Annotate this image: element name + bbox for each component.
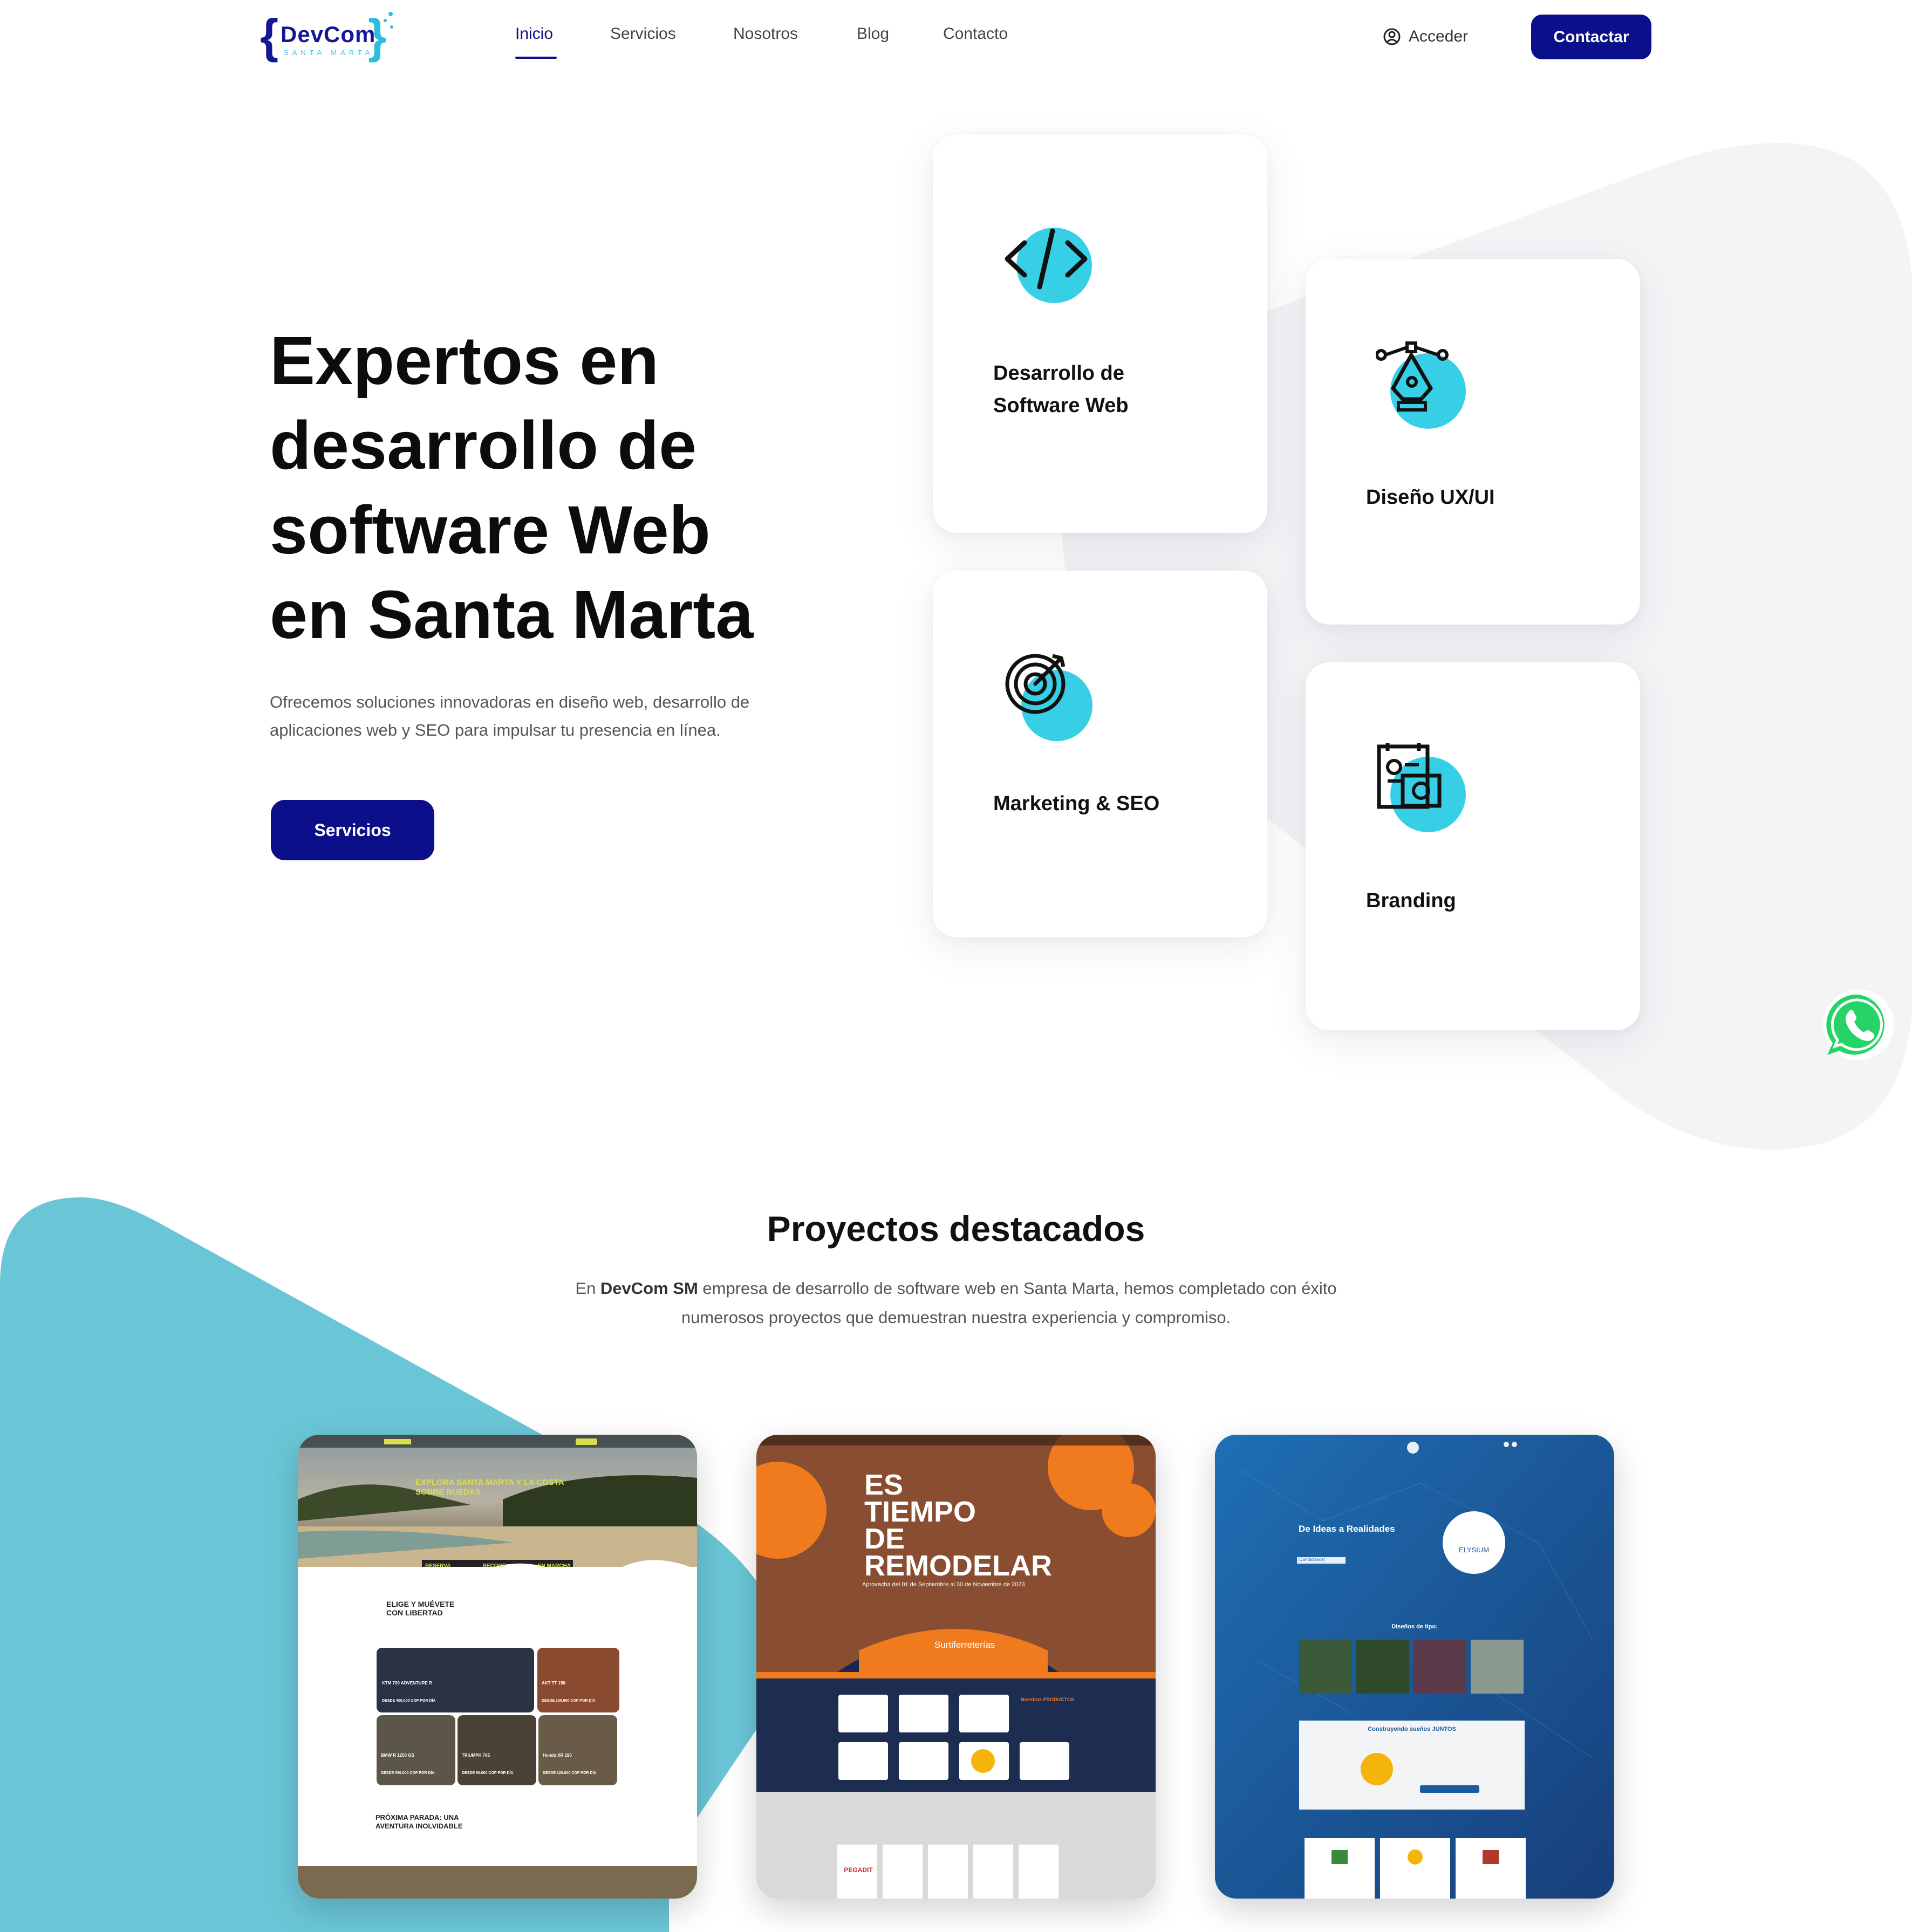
project-design-label: Diseños de tipo:	[1391, 1623, 1438, 1630]
service-title: Branding	[1366, 889, 1456, 912]
hero-title-line: en Santa Marta	[270, 577, 754, 653]
service-card-marketing[interactable]: Marketing & SEO	[933, 571, 1267, 937]
product-name: Honda XR 190	[543, 1753, 572, 1758]
service-card-software[interactable]: Desarrollo de Software Web	[933, 135, 1267, 533]
logo-wordmark: DevCom	[281, 22, 376, 47]
login-label: Acceder	[1409, 28, 1469, 45]
logo-brace-open: {	[260, 9, 279, 63]
product-price: DESDE 90.000 COP POR DÍA	[462, 1771, 514, 1775]
project-brand: Surtiferreterías	[934, 1640, 995, 1650]
project-tabs: RESERVA RECOGE EN MARCHA	[425, 1563, 571, 1569]
service-title: Desarrollo de Software Web	[993, 362, 1129, 417]
target-icon	[1005, 654, 1092, 741]
product-price: DESDE 100.000 COP POR DÍA	[542, 1699, 596, 1703]
nav-link-blog[interactable]: Blog	[857, 25, 889, 43]
project-build-label: Construyendo sueños JUNTOS	[1368, 1726, 1456, 1732]
login-link[interactable]: Acceder	[1383, 26, 1468, 47]
project-cta: ¡Contáctanos!	[1298, 1557, 1325, 1562]
project-thumbnail	[1215, 1435, 1614, 1899]
service-title: Diseño UX/UI	[1366, 486, 1495, 509]
projects-title: Proyectos destacados	[767, 1209, 1145, 1249]
project-promo: Aprovecha del 01 de Septiembre al 30 de …	[862, 1581, 1025, 1588]
product-name: BMW R 1250 GS	[381, 1753, 414, 1758]
nav-link-servicios[interactable]: Servicios	[610, 25, 676, 43]
project-footer-title: PRÓXIMA PARADA: UNA AVENTURA INOLVIDABLE	[375, 1813, 463, 1830]
brand-mention: DevCom SM	[600, 1279, 698, 1298]
pen-tool-icon	[1376, 341, 1466, 429]
logo-dots-icon	[384, 12, 393, 29]
project-section-title: ELIGE Y MUÉVETE CON LIBERTAD	[386, 1600, 455, 1617]
brand-logo[interactable]: { DevCom SANTA MARTA }	[260, 9, 395, 65]
nav-link-nosotros[interactable]: Nosotros	[733, 25, 798, 43]
nav-link-contacto[interactable]: Contacto	[943, 25, 1008, 43]
project-card-hardware-store[interactable]: ES TIEMPO DE REMODELAR Aprovecha del 01 …	[756, 1435, 1156, 1899]
nav-link-inicio[interactable]: Inicio	[515, 25, 553, 43]
services-cta-button[interactable]: Servicios	[271, 800, 434, 860]
hero-title-line: desarrollo de	[270, 407, 697, 483]
project-logo-text: ELYSIUM	[1458, 1546, 1490, 1554]
code-icon	[1005, 228, 1092, 303]
service-card-branding[interactable]: Branding	[1306, 662, 1640, 1030]
project-headline: EXPLORA SANTA MARTA Y LA COSTA SOBRE RUE…	[415, 1478, 564, 1497]
product-price: DESDE 400.000 COP POR DÍA	[382, 1699, 436, 1703]
product-price: DESDE 350.000 COP POR DÍA	[381, 1771, 435, 1775]
project-headline: De Ideas a Realidades	[1299, 1524, 1395, 1534]
nav-active-indicator	[515, 57, 557, 59]
branding-icon	[1377, 743, 1466, 832]
partner-logo: PEGADIT	[844, 1866, 873, 1874]
project-card-construction[interactable]: De Ideas a Realidades ¡Contáctanos! ELYS…	[1215, 1435, 1614, 1899]
hero-subtitle-line: aplicaciones web y SEO para impulsar tu …	[270, 721, 721, 739]
project-thumbnail	[298, 1435, 697, 1899]
product-name: AKT TT 150	[542, 1681, 566, 1686]
project-headline: ES TIEMPO DE REMODELAR	[864, 1469, 1052, 1582]
project-products-label: Nuestros PRODUCTOS	[1021, 1697, 1074, 1702]
whatsapp-button-icon[interactable]	[1821, 987, 1896, 1063]
logo-tagline: SANTA MARTA	[284, 49, 374, 57]
product-name: TRIUMPH 765	[462, 1753, 490, 1758]
hero-subtitle-line: Ofrecemos soluciones innovadoras en dise…	[270, 693, 750, 711]
hero-title: Expertos en desarrollo de software Web e…	[270, 318, 809, 657]
service-title: Marketing & SEO	[993, 792, 1160, 815]
product-name: KTM 790 ADVENTURE R	[382, 1681, 432, 1686]
hero-title-line: Expertos en	[270, 323, 659, 399]
hero-subtitle: Ofrecemos soluciones innovadoras en dise…	[270, 688, 815, 744]
contact-button[interactable]: Contactar	[1531, 15, 1651, 59]
service-card-uxui[interactable]: Diseño UX/UI	[1306, 259, 1640, 625]
user-circle-icon	[1383, 28, 1401, 45]
product-price: DESDE 120.000 COP POR DÍA	[543, 1771, 597, 1775]
hero-title-line: software Web	[270, 492, 711, 568]
project-card-moto-rental[interactable]: EXPLORA SANTA MARTA Y LA COSTA SOBRE RUE…	[298, 1435, 697, 1899]
projects-description: En DevCom SM empresa de desarrollo de so…	[575, 1279, 1337, 1327]
